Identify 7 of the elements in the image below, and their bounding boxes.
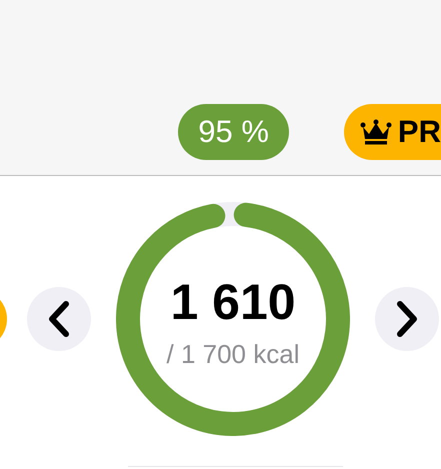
chevron-left-icon (48, 300, 70, 338)
progress-badge: 95 % (178, 104, 289, 160)
calories-goal: / 1 700 kcal (166, 340, 300, 366)
crown-icon (360, 119, 392, 145)
pro-badge[interactable]: PR (344, 104, 441, 160)
calories-eaten: 1 610 (170, 276, 296, 326)
chevron-right-icon (396, 300, 418, 338)
